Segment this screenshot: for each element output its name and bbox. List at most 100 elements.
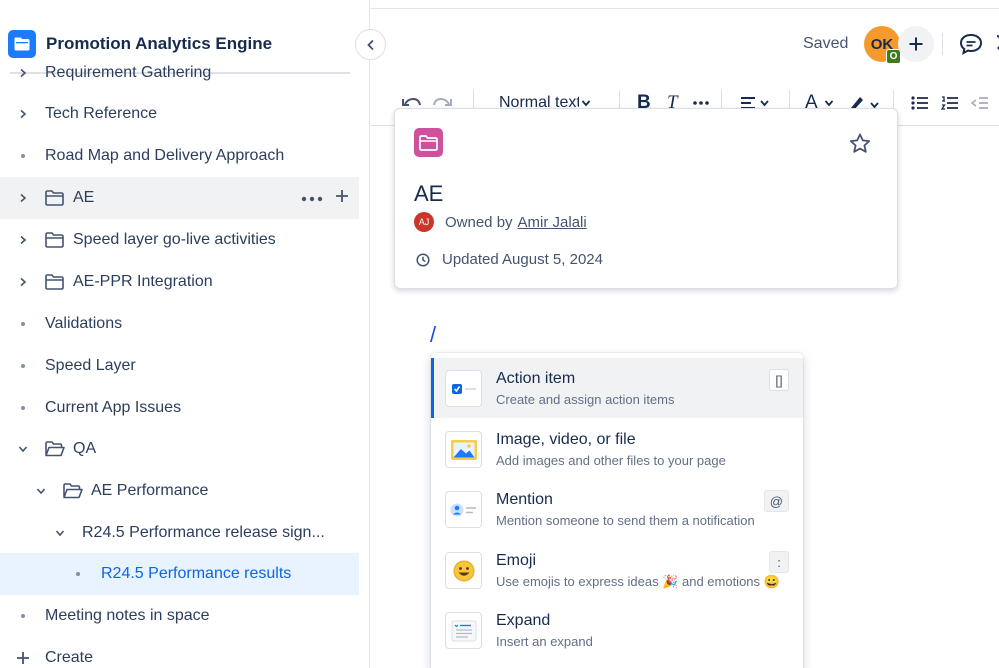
owner-row: AJ Owned by Amir Jalali xyxy=(414,212,587,232)
menu-item-expand[interactable]: Expand Insert an expand xyxy=(431,600,803,660)
tree-item-current-app-issues[interactable]: Current App Issues xyxy=(0,387,359,429)
overflow-icon[interactable] xyxy=(993,34,999,52)
shortcut-key: : xyxy=(769,551,789,573)
mention-icon xyxy=(445,491,482,528)
saved-status: Saved xyxy=(803,35,849,52)
tree-item-label: Speed Layer xyxy=(45,357,136,374)
bullet-icon xyxy=(15,406,31,410)
outdent-icon[interactable] xyxy=(971,90,989,116)
owner-prefix: Owned by xyxy=(445,213,513,231)
tree-item-label: QA xyxy=(73,440,97,457)
menu-item-mention[interactable]: Mention Mention someone to send them a n… xyxy=(431,479,803,539)
tree-item-label: Tech Reference xyxy=(45,105,158,122)
bullet-icon xyxy=(15,364,31,368)
chevron-right-icon[interactable] xyxy=(15,106,31,122)
menu-item-desc: Use emojis to express ideas 🎉 and emotio… xyxy=(496,574,780,589)
tree-item-label: Speed layer go-live activities xyxy=(73,231,276,248)
tree-item-label: AE xyxy=(73,189,95,206)
folder-open-icon xyxy=(45,440,65,458)
folder-open-icon xyxy=(63,482,83,500)
tree-item-r245-release-signoff[interactable]: R24.5 Performance release sign... xyxy=(0,512,359,554)
chevron-right-icon[interactable] xyxy=(15,190,31,206)
tree-item-road-map[interactable]: Road Map and Delivery Approach xyxy=(0,135,359,177)
shortcut-key: [] xyxy=(769,369,789,391)
tree-item-label: R24.5 Performance results xyxy=(101,565,292,582)
checkbox-icon xyxy=(445,370,482,407)
bullet-icon xyxy=(15,614,31,618)
updated-row: Updated August 5, 2024 xyxy=(416,251,603,268)
image-icon xyxy=(445,431,482,468)
tree-item-tech-reference[interactable]: Tech Reference xyxy=(0,93,359,135)
bullet-icon xyxy=(15,322,31,326)
comment-icon[interactable] xyxy=(957,30,985,58)
menu-item-title: Action item xyxy=(496,370,576,387)
clock-icon xyxy=(416,252,430,267)
slash-command-menu: Action item Create and assign action ite… xyxy=(431,353,803,668)
tree-item-label: Current App Issues xyxy=(45,399,182,416)
numbered-list-icon[interactable] xyxy=(941,90,959,116)
folder-icon xyxy=(45,189,65,207)
menu-item-desc: Add images and other files to your page xyxy=(496,453,726,468)
menu-item-image-video-file[interactable]: Image, video, or file Add images and oth… xyxy=(431,419,803,479)
tree-item-ae-performance[interactable]: AE Performance xyxy=(0,470,359,512)
tree-item-ae-ppr-integration[interactable]: AE-PPR Integration xyxy=(0,261,359,303)
create-button[interactable]: Create xyxy=(0,637,359,668)
tree-item-actions xyxy=(301,189,349,208)
add-collaborator-button[interactable] xyxy=(898,26,934,62)
shortcut-key: @ xyxy=(763,490,789,512)
tree-item-qa[interactable]: QA xyxy=(0,428,359,470)
menu-item-title: Mention xyxy=(496,491,553,508)
tree-item-label: Road Map and Delivery Approach xyxy=(45,147,285,164)
tree-item-speed-layer-go-live[interactable]: Speed layer go-live activities xyxy=(0,219,359,261)
chevron-right-icon[interactable] xyxy=(15,65,31,81)
owner-avatar: AJ xyxy=(414,212,434,232)
folder-icon xyxy=(45,231,65,249)
tree-item-meeting-notes[interactable]: Meeting notes in space xyxy=(0,595,359,637)
tree-item-label: Requirement Gathering xyxy=(45,64,212,81)
menu-item-emoji[interactable]: Emoji Use emojis to express ideas 🎉 and … xyxy=(431,540,803,600)
chevron-down-icon[interactable] xyxy=(52,525,68,541)
tree-item-label: Meeting notes in space xyxy=(45,607,210,624)
chevron-down-icon[interactable] xyxy=(15,441,31,457)
tree-item-label: AE Performance xyxy=(91,482,209,499)
sidebar: Promotion Analytics Engine Requirement G… xyxy=(0,0,370,668)
menu-item-action-item[interactable]: Action item Create and assign action ite… xyxy=(431,358,803,418)
space-title: Promotion Analytics Engine xyxy=(46,34,273,53)
menu-item-title: Image, video, or file xyxy=(496,431,636,448)
slash-command-text[interactable]: / xyxy=(430,322,436,348)
add-child-icon[interactable] xyxy=(335,189,349,208)
tree-item-speed-layer[interactable]: Speed Layer xyxy=(0,345,359,387)
more-actions-icon[interactable] xyxy=(301,189,323,207)
tree-item-label: Validations xyxy=(45,315,123,332)
menu-item-title: Expand xyxy=(496,612,551,629)
bullet-icon xyxy=(70,572,86,576)
card-title: AE xyxy=(414,181,444,206)
tree-item-ae[interactable]: AE xyxy=(0,177,359,219)
topbar-divider xyxy=(942,33,943,55)
bullet-list-icon[interactable] xyxy=(911,90,929,116)
expand-icon xyxy=(445,612,482,649)
folder-icon xyxy=(45,273,65,291)
bullet-icon xyxy=(15,154,31,158)
chevron-right-icon[interactable] xyxy=(15,232,31,248)
emoji-icon xyxy=(445,552,482,589)
chevron-down-icon[interactable] xyxy=(33,483,49,499)
plus-icon xyxy=(15,650,31,666)
page-hover-card: AE AJ Owned by Amir Jalali Updated Augus… xyxy=(394,108,898,289)
menu-item-desc: Insert an expand xyxy=(496,634,593,649)
tree-item-requirement-gathering[interactable]: Requirement Gathering xyxy=(0,52,359,94)
owner-link[interactable]: Amir Jalali xyxy=(518,214,587,231)
chevron-right-icon[interactable] xyxy=(15,274,31,290)
folder-page-icon xyxy=(414,128,443,157)
menu-item-title: Emoji xyxy=(496,552,537,569)
menu-item-desc: Mention someone to send them a notificat… xyxy=(496,513,755,528)
create-label: Create xyxy=(45,649,94,666)
tree-item-r245-performance-results[interactable]: R24.5 Performance results xyxy=(0,553,359,595)
updated-text: Updated August 5, 2024 xyxy=(442,251,603,268)
tree-item-label: R24.5 Performance release sign... xyxy=(82,524,325,541)
collapse-sidebar-button[interactable] xyxy=(355,29,386,60)
menu-item-desc: Create and assign action items xyxy=(496,392,675,407)
tree-item-label: AE-PPR Integration xyxy=(73,273,213,290)
star-icon[interactable] xyxy=(847,130,873,156)
tree-item-validations[interactable]: Validations xyxy=(0,303,359,345)
